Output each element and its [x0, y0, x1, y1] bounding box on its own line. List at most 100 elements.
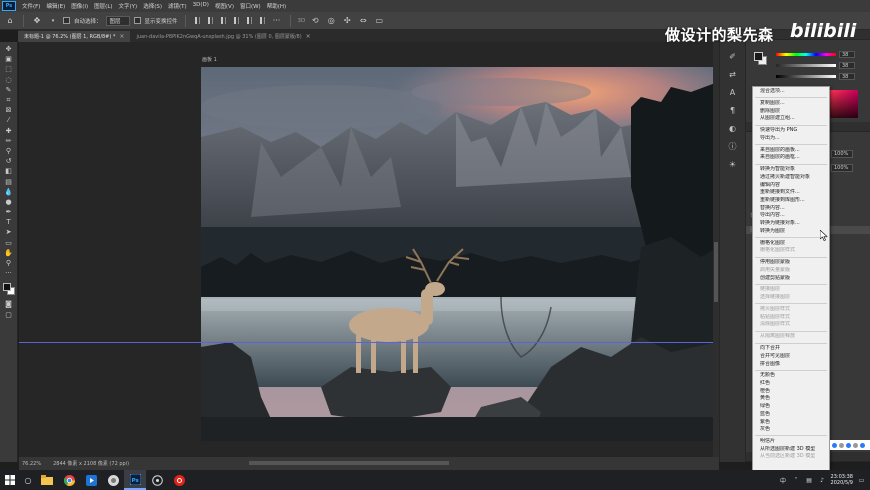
menu-item[interactable]: 3D(D)	[190, 2, 212, 10]
eraser-tool-icon[interactable]: ◧	[2, 166, 16, 176]
ime-indicator[interactable]: 中	[779, 476, 788, 485]
context-menu-item[interactable]: 重新链接到文件...	[753, 189, 829, 197]
context-menu-item[interactable]: 栅格化图层	[753, 240, 829, 248]
document-tab-inactive[interactable]: juan-davila-P8PlK2nGwqA-unsplash.jpg @ 3…	[130, 31, 317, 42]
frame-tool-icon[interactable]: ⊠	[2, 105, 16, 115]
move-tool-icon[interactable]: ✥	[2, 44, 16, 54]
context-menu-item[interactable]: 转换为智能对象	[753, 166, 829, 174]
foreground-color-swatch[interactable]	[754, 52, 763, 61]
context-menu-item[interactable]: 导出内容...	[753, 212, 829, 220]
align-top-icon[interactable]	[232, 16, 241, 26]
context-menu-item[interactable]: 蓝色	[753, 411, 829, 419]
context-menu-item[interactable]: 紫色	[753, 419, 829, 427]
align-right-icon[interactable]	[219, 16, 228, 26]
canvas-workspace[interactable]: 画板 1	[19, 42, 719, 457]
more-tools-icon[interactable]: ···	[2, 268, 16, 278]
chevron-up-icon[interactable]: ˄	[792, 476, 801, 485]
horizontal-scrollbar-thumb[interactable]	[249, 461, 449, 465]
eyedropper-tool-icon[interactable]: ⁄	[2, 115, 16, 125]
align-center-icon[interactable]	[206, 16, 215, 26]
brightness-slider[interactable]	[776, 75, 836, 78]
zoom-tool-icon[interactable]: ⚲	[2, 258, 16, 268]
context-menu-item[interactable]: 黄色	[753, 395, 829, 403]
system-clock[interactable]: 23:03:38 2020/5/9	[831, 474, 853, 486]
network-icon[interactable]: ▤	[805, 476, 814, 485]
home-icon[interactable]: ⌂	[4, 15, 16, 27]
foreground-color-swatch[interactable]	[2, 283, 11, 292]
context-menu-item[interactable]: 来自图层的画框...	[753, 154, 829, 162]
context-menu-item[interactable]: 复制图层...	[753, 100, 829, 108]
media-player-icon[interactable]	[80, 470, 102, 490]
pen-tool-icon[interactable]: ✒	[2, 207, 16, 217]
microphone-icon[interactable]	[846, 442, 851, 448]
chevron-down-icon[interactable]: ▾	[47, 15, 59, 27]
context-menu-item[interactable]: 从所选图层新建 3D 模型	[753, 446, 829, 454]
menu-item[interactable]: 滤镜(T)	[165, 2, 190, 10]
context-menu-item[interactable]: 从图层建立组...	[753, 115, 829, 123]
opacity-field[interactable]: 100%	[831, 150, 853, 158]
fill-field[interactable]: 100%	[831, 164, 853, 172]
punctuation-icon[interactable]	[839, 442, 844, 448]
3d-scale-icon[interactable]: ▭	[373, 15, 385, 27]
auto-select-target-select[interactable]: 图层	[105, 15, 130, 26]
context-menu-item[interactable]: 创建剪贴蒙版	[753, 275, 829, 283]
windows-start-icon[interactable]	[0, 470, 20, 490]
skin-icon[interactable]	[860, 442, 865, 448]
3d-roll-icon[interactable]: ◎	[325, 15, 337, 27]
media-app-icon[interactable]	[146, 470, 168, 490]
notification-icon[interactable]: ▭	[857, 476, 866, 485]
file-explorer-icon[interactable]	[36, 470, 58, 490]
hue-slider[interactable]	[776, 53, 836, 56]
blur-tool-icon[interactable]: 💧	[2, 187, 16, 197]
context-menu-item[interactable]: 拼合图像	[753, 361, 829, 369]
cloud-app-icon[interactable]	[102, 470, 124, 490]
menu-item[interactable]: 编辑(E)	[43, 2, 68, 10]
crop-tool-icon[interactable]: ⌗	[2, 95, 16, 105]
horizontal-guide[interactable]	[19, 342, 719, 343]
swap-icon[interactable]: ⇄	[726, 68, 739, 81]
path-selection-tool-icon[interactable]: ➤	[2, 227, 16, 237]
color-value-field[interactable]: 38	[839, 62, 855, 69]
healing-brush-tool-icon[interactable]: ✚	[2, 126, 16, 136]
scrollbar-thumb[interactable]	[714, 242, 718, 302]
chrome-icon[interactable]	[58, 470, 80, 490]
3d-rotate-icon[interactable]: ⟲	[309, 15, 321, 27]
more-options-icon[interactable]: ···	[271, 15, 283, 27]
context-menu-item[interactable]: 来自图层的画板...	[753, 147, 829, 155]
color-value-field[interactable]: 38	[839, 73, 855, 80]
ime-icon[interactable]	[832, 442, 837, 448]
align-bottom-icon[interactable]	[258, 16, 267, 26]
move-tool-icon[interactable]: ✥	[31, 15, 43, 27]
document-tab-active[interactable]: 未标题-1 @ 76.2% (图层 1, RGB/8#) * ×	[18, 31, 131, 42]
context-menu-item[interactable]: 混合选项...	[753, 88, 829, 96]
color-swatches[interactable]	[2, 282, 16, 296]
context-menu-item[interactable]: 橙色	[753, 388, 829, 396]
netease-music-icon[interactable]	[168, 470, 190, 490]
brush-tool-icon[interactable]: ✏	[2, 136, 16, 146]
saturation-slider[interactable]	[776, 64, 836, 67]
volume-icon[interactable]: ♪	[818, 476, 827, 485]
context-menu-item[interactable]: 停用图层蒙版	[753, 259, 829, 267]
context-menu-item[interactable]: 转换为链接对象...	[753, 220, 829, 228]
context-menu-item[interactable]: 导出为...	[753, 135, 829, 143]
show-transform-checkbox[interactable]	[133, 17, 141, 24]
align-left-icon[interactable]	[193, 16, 202, 26]
search-icon[interactable]: ○	[20, 470, 36, 490]
menu-item[interactable]: 文字(Y)	[116, 2, 141, 10]
align-middle-icon[interactable]	[245, 16, 254, 26]
gradient-tool-icon[interactable]: ▤	[2, 176, 16, 186]
quick-select-tool-icon[interactable]: ✎	[2, 85, 16, 95]
info-icon[interactable]: ⓘ	[726, 140, 739, 153]
paragraph-icon[interactable]: ¶	[726, 104, 739, 117]
menu-item[interactable]: 选择(S)	[140, 2, 165, 10]
context-menu-item[interactable]: 合并可见图层	[753, 353, 829, 361]
menu-item[interactable]: 帮助(H)	[264, 2, 289, 10]
clone-stamp-tool-icon[interactable]: ⚲	[2, 146, 16, 156]
menu-item[interactable]: 图像(I)	[68, 2, 91, 10]
quick-mask-icon[interactable]: ◙	[2, 299, 16, 309]
context-menu-item[interactable]: 快速导出为 PNG	[753, 127, 829, 135]
close-icon[interactable]: ×	[119, 33, 124, 40]
history-brush-tool-icon[interactable]: ↺	[2, 156, 16, 166]
context-menu-item[interactable]: 向下合并	[753, 345, 829, 353]
context-menu-item[interactable]: 通过拷贝新建智能对象	[753, 174, 829, 182]
